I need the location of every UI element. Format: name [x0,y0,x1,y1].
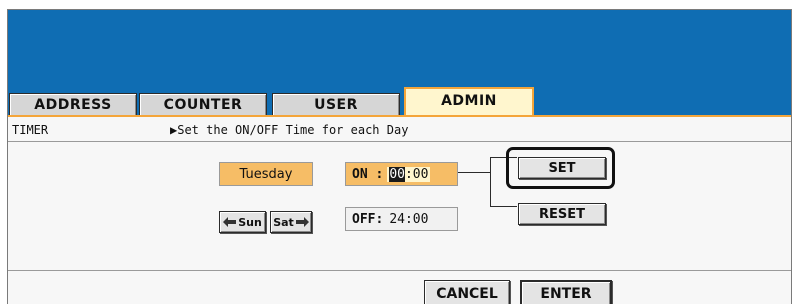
left-arrow-icon [223,217,237,227]
header-band [8,10,791,85]
tab-user[interactable]: USER [272,93,400,115]
admin-panel: ADDRESS COUNTER USER ADMIN TIMER ▶Set th… [7,9,792,304]
off-time-separator: : [404,211,413,227]
set-button-label: SET [548,160,576,176]
cancel-button-label: CANCEL [436,285,498,302]
off-time-value[interactable]: 24:00 [387,212,430,227]
tab-bar: ADDRESS COUNTER USER ADMIN [8,85,791,115]
on-time-value[interactable]: 00:00 [387,166,431,182]
prev-day-label: Sun [238,215,262,229]
timer-settings: TIMER ▶Set the ON/OFF Time for each Day … [8,115,791,304]
right-arrow-icon [295,217,309,227]
connector-line [458,172,490,173]
next-day-label: Sat [273,215,294,229]
reset-button[interactable]: RESET [518,203,606,225]
section-title: TIMER [12,123,49,137]
on-time-label: ON : [352,166,384,182]
tab-counter[interactable]: COUNTER [139,93,267,115]
set-button[interactable]: SET [518,157,606,179]
enter-button[interactable]: ENTER [520,280,612,304]
day-display: Tuesday [219,162,313,186]
on-time-hour[interactable]: 00 [389,166,405,182]
on-time-field[interactable]: ON : 00:00 [345,162,458,186]
divider-bottom [8,270,791,271]
enter-button-label: ENTER [540,285,592,302]
off-time-label: OFF: [352,211,384,227]
next-day-button[interactable]: Sat [270,211,312,233]
instruction-text: ▶Set the ON/OFF Time for each Day [170,123,409,137]
prev-day-button[interactable]: Sun [219,211,266,233]
tab-address[interactable]: ADDRESS [9,93,137,115]
tab-address-label: ADDRESS [34,96,112,113]
on-time-separator: : [404,166,413,182]
off-time-minute[interactable]: 00 [413,212,429,227]
divider-top [8,141,791,142]
cancel-button[interactable]: CANCEL [424,280,510,304]
day-label: Tuesday [239,166,293,182]
tab-user-label: USER [314,96,358,113]
on-time-minute[interactable]: 00 [413,167,429,182]
reset-button-label: RESET [538,206,585,222]
tab-admin-label: ADMIN [441,93,497,109]
tab-admin[interactable]: ADMIN [404,87,534,115]
off-time-field[interactable]: OFF: 24:00 [345,207,458,231]
off-time-hour[interactable]: 24 [389,212,405,227]
tab-counter-label: COUNTER [163,96,243,113]
